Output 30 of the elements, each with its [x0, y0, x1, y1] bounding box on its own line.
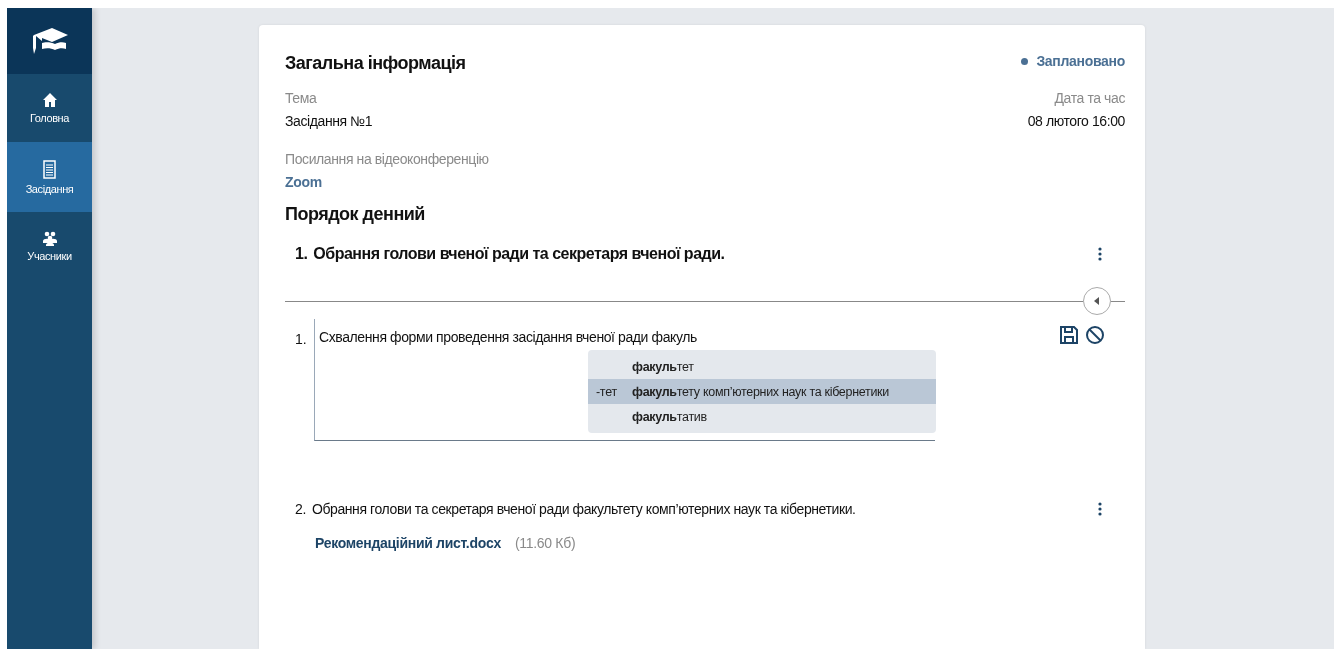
- status-label: Заплановано: [1021, 53, 1125, 69]
- left-triangle-icon: [1093, 297, 1101, 305]
- suggestion-item[interactable]: факультет: [588, 354, 936, 379]
- agenda-item-text: 2. Обрання голови та секретаря вченої ради факультету комп’ютерних наук та кібернетики.: [295, 501, 856, 517]
- card-title: Загальна інформація: [285, 53, 466, 74]
- file-link[interactable]: Рекомендаційний лист.docx: [315, 535, 501, 551]
- suggestion-item[interactable]: -тет факультету комп’ютерних наук та кібернетики: [588, 379, 936, 404]
- sidebar-item[interactable]: Засідання: [7, 142, 92, 212]
- field-value: 08 лютого 16:00: [1027, 113, 1125, 129]
- people-icon: [41, 230, 58, 246]
- conference-link[interactable]: Zoom: [285, 174, 1125, 190]
- home-icon: [41, 92, 58, 108]
- editor-text: Схвалення форми проведення засідання вченої ради факуль: [318, 328, 698, 345]
- field-label: Дата та час: [1053, 90, 1125, 106]
- sidebar-item[interactable]: Головна: [7, 74, 92, 142]
- suggestion-item[interactable]: факультатив: [588, 404, 936, 429]
- section-title: Порядок денний: [285, 204, 426, 225]
- sidebar-item[interactable]: Учасники: [7, 212, 92, 280]
- field-label: Тема: [285, 90, 318, 106]
- cancel-icon[interactable]: [1085, 325, 1105, 345]
- status-dot-icon: [1021, 57, 1029, 65]
- save-icon[interactable]: [1059, 325, 1079, 345]
- item-number: 1.: [295, 330, 308, 349]
- text-editor[interactable]: Схвалення форми проведення засідання вченої ради факуль факультет -тет факультету комп’ютерних наук та кібернетики факультатив: [314, 319, 935, 441]
- file-size: (11.60 Кб): [514, 535, 576, 551]
- field-value: Засідання №1: [285, 113, 373, 129]
- agenda-item-title: 1. Обрання голови вченої ради та секретаря вченої ради.: [295, 245, 725, 263]
- collapse-button[interactable]: [1083, 287, 1111, 315]
- field-label: Посилання на відеоконференцію: [285, 151, 490, 167]
- document-icon: [43, 159, 56, 179]
